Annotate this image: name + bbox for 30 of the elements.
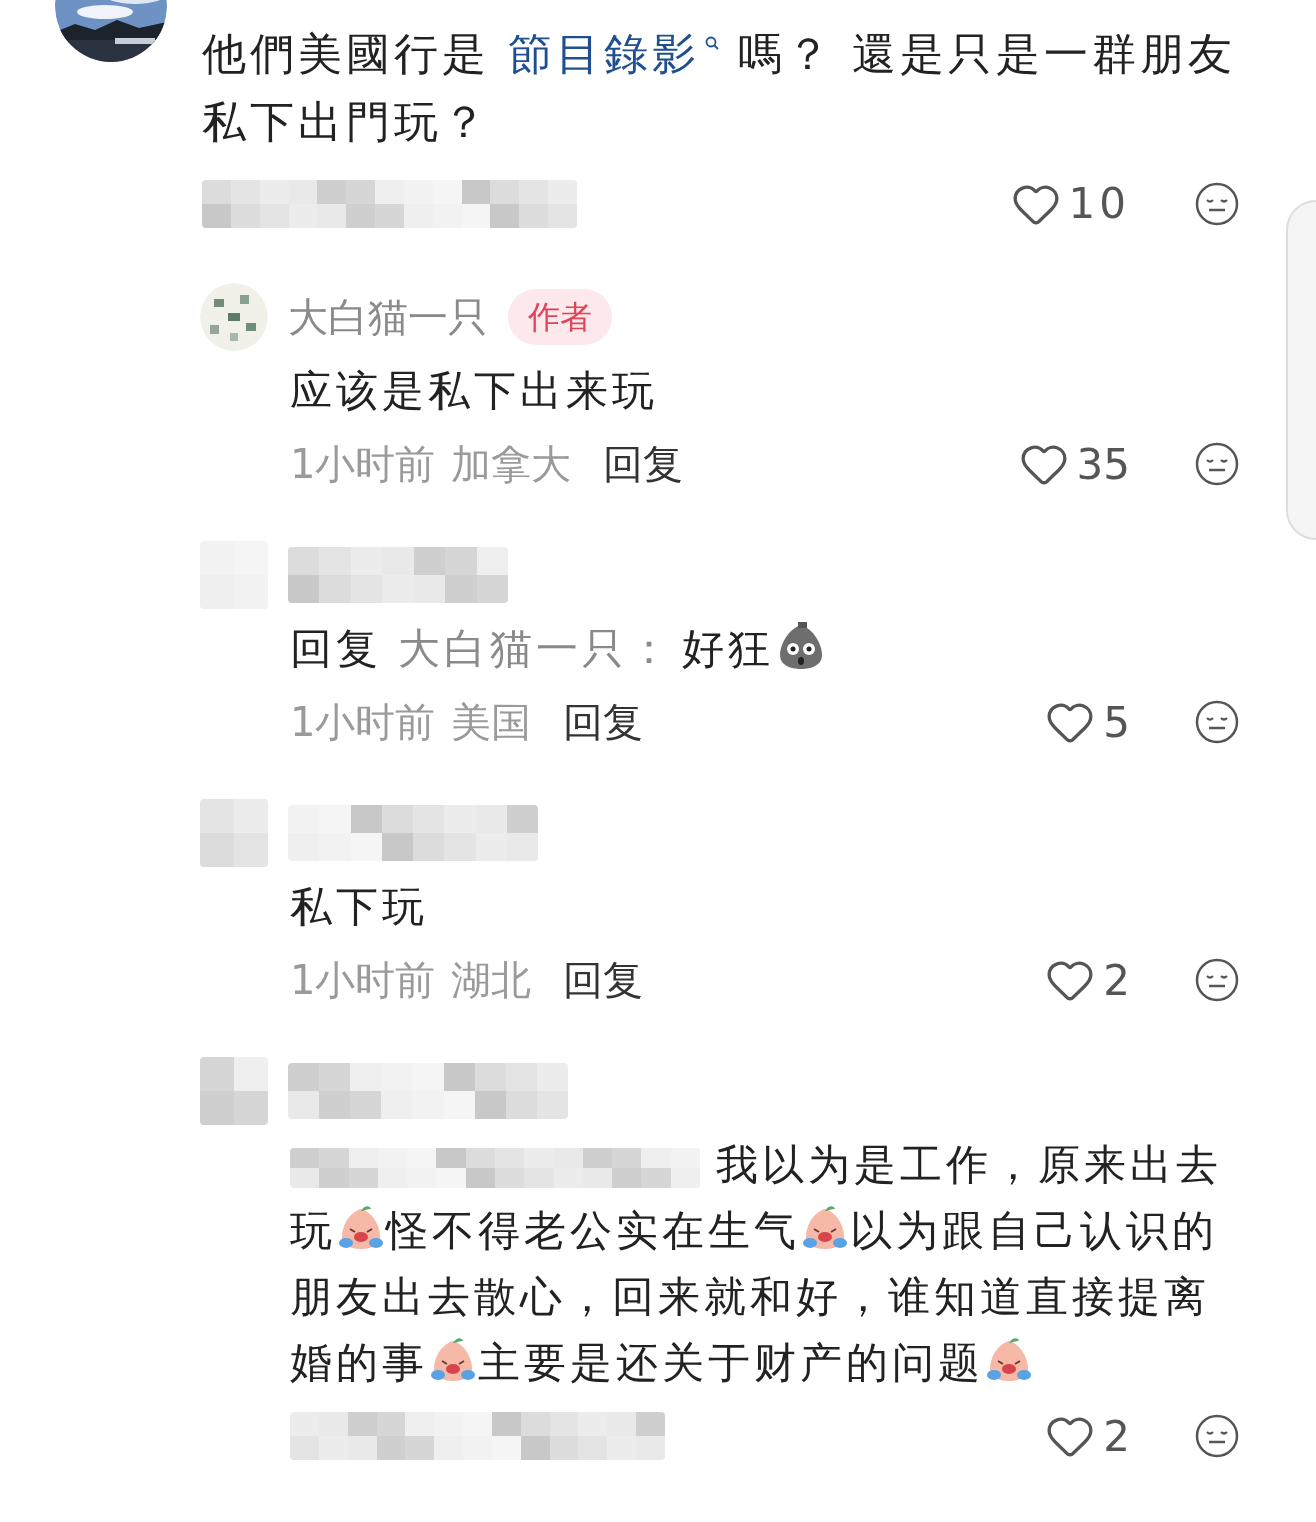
timestamp: 1小时前 [290, 440, 436, 489]
like-button[interactable]: 5 [1045, 690, 1130, 754]
dislike-face-icon[interactable] [1194, 699, 1240, 745]
reply-button[interactable]: 回复 [563, 950, 644, 1010]
comment-text: 他們美國行是 節目錄影 嗎？ 還是只是一群朋友私下出門玩？ [202, 27, 1237, 149]
like-button[interactable]: 2 [1045, 948, 1130, 1012]
blurred-avatar [200, 1057, 268, 1125]
location: 湖北 [451, 956, 532, 1005]
like-button[interactable]: 10 [1010, 170, 1130, 238]
reply-button[interactable]: 回复 [603, 434, 684, 494]
like-button[interactable]: 2 [1045, 1404, 1130, 1468]
like-button[interactable]: 35 [1018, 432, 1130, 496]
reply-text: 回复 大白猫一只： 好狂 [290, 616, 1230, 682]
timestamp: 1小时前 [290, 698, 436, 747]
author-badge: 作者 [508, 289, 612, 345]
dislike-face-icon[interactable] [1194, 957, 1240, 1003]
blurred-avatar [200, 799, 268, 867]
reply-text: 应该是私下出来玩 [290, 365, 659, 417]
dislike-face-icon[interactable] [1194, 181, 1240, 227]
author-name: 大白猫一只 [288, 293, 488, 342]
timestamp: 1小时前 [290, 956, 436, 1005]
search-link[interactable]: 節目錄影 [508, 28, 720, 79]
dislike-face-icon[interactable] [1194, 441, 1240, 487]
search-icon [704, 35, 720, 51]
location: 美国 [451, 698, 532, 747]
reply-text: 私下玩 [290, 881, 429, 933]
dislike-face-icon[interactable] [1194, 1413, 1240, 1459]
reply-button[interactable]: 回复 [563, 692, 644, 752]
reply-text: 我以为是工作，原来出去玩 怪不得老公实在生气 以为跟自己认识的朋友出去散心，回来就和好，谁知道直接提离婚的事 主要是还关于财产的问题 [290, 1139, 1223, 1389]
location: 加拿大 [451, 440, 572, 489]
